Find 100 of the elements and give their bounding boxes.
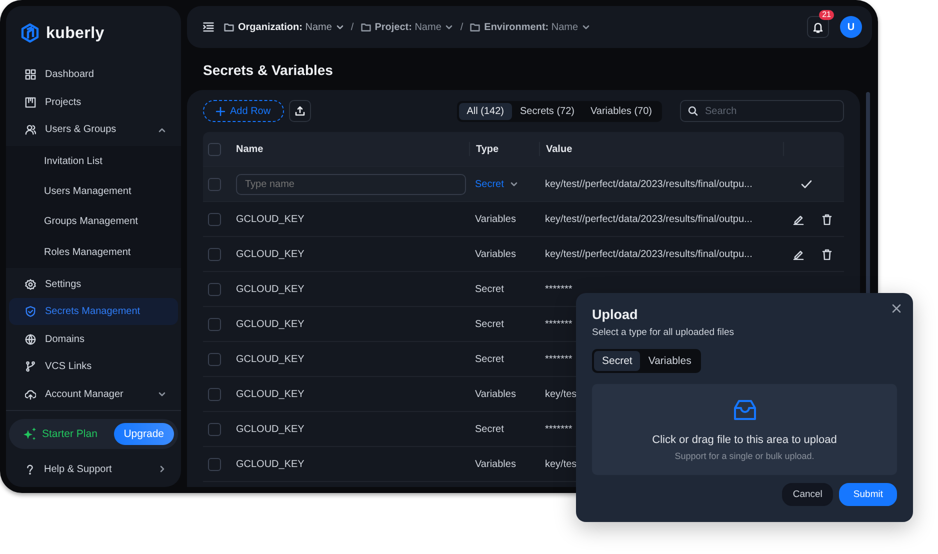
checkbox[interactable] <box>208 318 221 330</box>
table-cell: Variables <box>475 458 516 470</box>
submit-button[interactable]: Submit <box>839 483 897 506</box>
settings-icon <box>25 278 36 290</box>
globe-icon <box>25 334 36 344</box>
cloud-icon <box>25 388 36 400</box>
table-cell: GCLOUD_KEY <box>236 354 304 364</box>
close-icon <box>892 304 901 313</box>
type-option[interactable]: Variables <box>640 351 700 371</box>
table-cell: key/test//perfect/data/2023/results/final/outpu... <box>545 214 752 224</box>
search-field[interactable]: Search <box>680 100 844 122</box>
filter-tab[interactable]: Secrets (72) <box>512 102 582 120</box>
filter-tab[interactable]: All (142) <box>458 102 512 120</box>
upload-dropzone[interactable]: Click or drag file to this area to upload Support for a single or bulk upload. <box>592 384 897 475</box>
user-avatar[interactable]: U <box>840 16 862 38</box>
sidebar-item[interactable]: Settings <box>9 270 178 298</box>
table-cell: Variables <box>475 214 516 224</box>
sidebar-item[interactable]: Secrets Management <box>9 298 178 326</box>
menu-icon[interactable] <box>203 22 214 32</box>
plus-icon <box>216 106 225 116</box>
breadcrumb[interactable]: Organization: Name <box>224 22 344 32</box>
checkbox[interactable] <box>208 178 221 190</box>
edit-icon[interactable] <box>793 214 804 224</box>
sidebar-item[interactable]: VCS Links <box>9 352 178 380</box>
table-cell: GCLOUD_KEY <box>236 284 304 294</box>
table-cell: GCLOUD_KEY <box>236 388 304 400</box>
caret-icon <box>336 23 344 31</box>
board-icon <box>25 96 36 108</box>
grid-icon <box>25 69 36 80</box>
caret-icon <box>582 23 590 31</box>
cancel-button[interactable]: Cancel <box>782 483 834 506</box>
table-cell: GCLOUD_KEY <box>236 248 304 260</box>
sidebar-item[interactable]: Users & Groups <box>9 116 178 144</box>
notifications-button[interactable] <box>807 16 829 38</box>
sidebar-subitem[interactable]: Groups Management <box>6 206 181 238</box>
sidebar-subitem[interactable]: Roles Management <box>6 237 181 268</box>
breadcrumb[interactable]: Environment: Name <box>470 22 590 32</box>
close-button[interactable] <box>892 304 901 313</box>
chevron-down-icon <box>158 390 166 398</box>
add-row-button[interactable]: Add Row <box>203 100 284 122</box>
sidebar-item[interactable]: Projects <box>9 88 178 116</box>
table-cell: Variables <box>475 248 516 260</box>
table-cell: key/test//perfect/data/2023/results/final/outpu... <box>545 248 752 260</box>
chevron-right-icon <box>158 465 166 473</box>
sidebar-subitem[interactable]: Invitation List <box>6 146 181 177</box>
bell-icon <box>813 22 823 32</box>
table-cell: GCLOUD_KEY <box>236 458 304 470</box>
checkbox[interactable] <box>208 458 221 470</box>
upload-button[interactable] <box>288 100 311 122</box>
inbox-icon <box>732 398 756 422</box>
table-cell: GCLOUD_KEY <box>236 424 304 434</box>
checkbox[interactable] <box>208 352 221 366</box>
checkbox[interactable] <box>208 388 221 400</box>
table-cell: Variables <box>475 388 516 400</box>
sidebar-subitem[interactable]: Users Management <box>6 176 181 207</box>
table-cell: ******* <box>545 318 572 330</box>
name-input[interactable]: Type name <box>236 174 466 194</box>
sidebar-item[interactable]: Domains <box>9 325 178 353</box>
dialog-title: Upload <box>592 307 639 322</box>
table-cell: ******* <box>545 354 572 364</box>
caret-icon <box>510 180 518 188</box>
branch-icon <box>25 361 36 372</box>
checkbox[interactable] <box>208 282 221 296</box>
upgrade-button[interactable]: Upgrade <box>114 423 174 445</box>
filter-tab[interactable]: Variables (70) <box>582 102 660 120</box>
folder-icon <box>470 22 480 32</box>
table-cell: Secret <box>475 318 504 330</box>
table-cell: ******* <box>545 424 572 434</box>
checkbox[interactable] <box>208 422 221 436</box>
column-header: Value <box>539 142 783 156</box>
column-header: Name <box>235 144 264 154</box>
checkbox[interactable] <box>208 142 221 156</box>
checkbox[interactable] <box>208 248 221 260</box>
sidebar-item[interactable]: Dashboard <box>9 61 178 88</box>
help-link[interactable]: Help & Support <box>6 451 181 487</box>
breadcrumb[interactable]: Project: Name <box>360 22 454 32</box>
delete-icon[interactable] <box>822 214 832 224</box>
table-cell: key/tes <box>545 458 577 470</box>
sidebar-item[interactable]: Account Manager <box>9 380 178 408</box>
plan-name: Starter Plan <box>42 428 98 440</box>
table-cell: key/test//perfect/data/2023/results/final/outpu... <box>545 178 752 190</box>
table-cell: Secret <box>475 284 504 294</box>
search-icon <box>688 106 698 116</box>
check-icon[interactable] <box>801 180 812 188</box>
dropzone-hint: Support for a single or bulk upload. <box>674 451 814 461</box>
page-title: Secrets & Variables <box>203 62 333 78</box>
table-cell: GCLOUD_KEY <box>236 214 304 224</box>
logo-text: kuberly <box>46 25 104 43</box>
edit-icon[interactable] <box>793 248 804 260</box>
folder-icon <box>224 22 234 32</box>
type-dropdown[interactable]: Secret <box>475 178 518 190</box>
column-header: Type <box>469 142 539 156</box>
checkbox[interactable] <box>208 212 221 226</box>
table-cell: Secret <box>475 354 504 364</box>
notification-count: 21 <box>819 10 834 20</box>
type-option[interactable]: Secret <box>594 351 640 371</box>
sparkle-icon <box>23 427 37 441</box>
help-icon <box>25 464 35 474</box>
shield-icon <box>25 306 36 317</box>
delete-icon[interactable] <box>822 248 832 260</box>
